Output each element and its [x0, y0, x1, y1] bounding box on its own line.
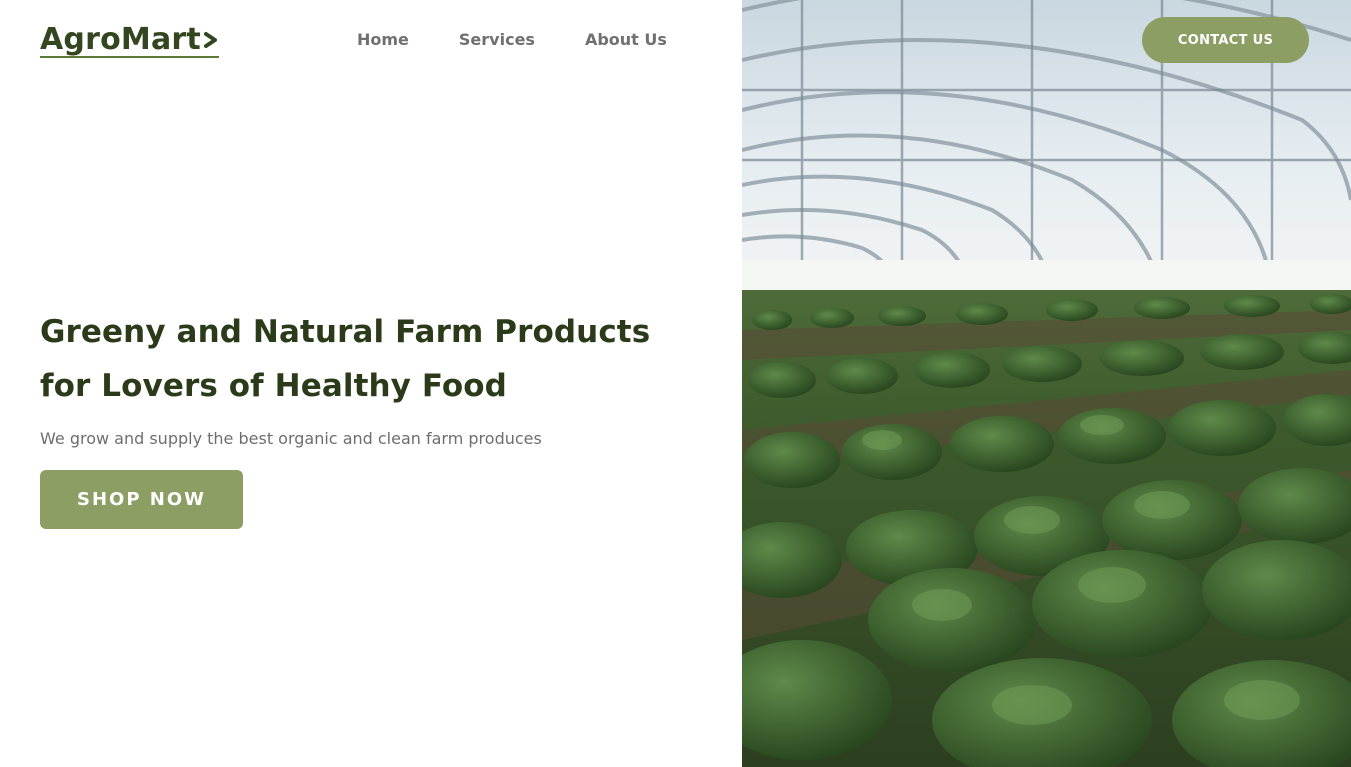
hero-content: Greeny and Natural Farm Products for Lov…: [40, 305, 700, 449]
nav-item-services[interactable]: Services: [459, 30, 535, 50]
main-nav: Home Services About Us: [357, 30, 717, 50]
hero-subtitle: We grow and supply the best organic and …: [40, 429, 542, 448]
nav-item-about-us[interactable]: About Us: [585, 30, 667, 50]
greenhouse-photo: [742, 0, 1351, 767]
logo-link[interactable]: AgroMart: [40, 20, 219, 60]
hero-left-panel: AgroMart Home Services About Us Greeny a…: [0, 0, 742, 767]
hero-title-line-1: Greeny and Natural Farm Products: [40, 314, 651, 350]
nav-item-home[interactable]: Home: [357, 30, 409, 50]
contact-us-button[interactable]: CONTACT US: [1142, 17, 1309, 63]
hero-title-line-2: for Lovers of Healthy Food: [40, 368, 507, 404]
greenhouse-image: [742, 0, 1351, 767]
logo-text: AgroMart: [40, 22, 201, 57]
chevron-right-icon: [203, 32, 217, 48]
shop-now-button[interactable]: SHOP NOW: [40, 470, 243, 529]
hero-title: Greeny and Natural Farm Products for Lov…: [40, 305, 700, 413]
logo-underline: [40, 56, 219, 58]
